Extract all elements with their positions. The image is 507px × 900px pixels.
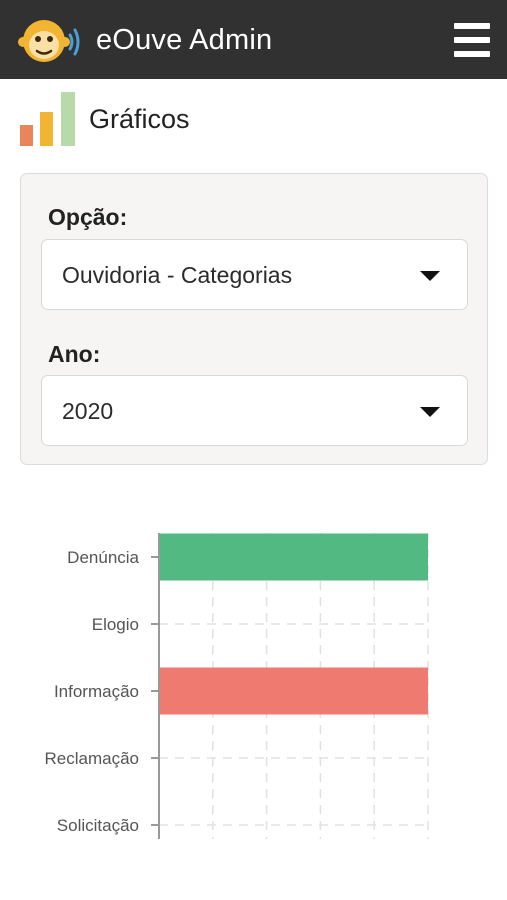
chevron-down-icon	[420, 271, 440, 281]
y-tick-label: Informação	[54, 682, 139, 701]
chevron-down-icon	[420, 407, 440, 417]
bar	[159, 533, 428, 581]
monkey-logo-icon	[18, 20, 80, 62]
category-bar-chart: Denúncia Elogio Informação Reclamação Solici…	[45, 533, 429, 839]
option-select[interactable]: Ouvidoria - Categorias	[41, 239, 468, 310]
app-header: eOuve Admin	[0, 0, 507, 79]
y-tick-label: Solicitação	[57, 816, 139, 835]
page-title: Gráficos	[89, 104, 190, 134]
hamburger-menu-icon[interactable]	[452, 21, 492, 59]
bar-chart-icon	[20, 92, 75, 146]
year-select[interactable]: 2020	[41, 375, 468, 446]
app-title: eOuve Admin	[96, 24, 273, 56]
year-select-value: 2020	[62, 398, 114, 424]
filter-panel: Opção: Ouvidoria - Categorias Ano: 2020	[20, 173, 488, 465]
bar	[159, 667, 428, 715]
option-label: Opção:	[48, 204, 128, 230]
option-select-value: Ouvidoria - Categorias	[62, 262, 293, 288]
y-tick-label: Elogio	[92, 615, 139, 634]
year-label: Ano:	[48, 341, 101, 367]
y-tick-label: Reclamação	[45, 749, 140, 768]
y-tick-label: Denúncia	[67, 548, 139, 567]
